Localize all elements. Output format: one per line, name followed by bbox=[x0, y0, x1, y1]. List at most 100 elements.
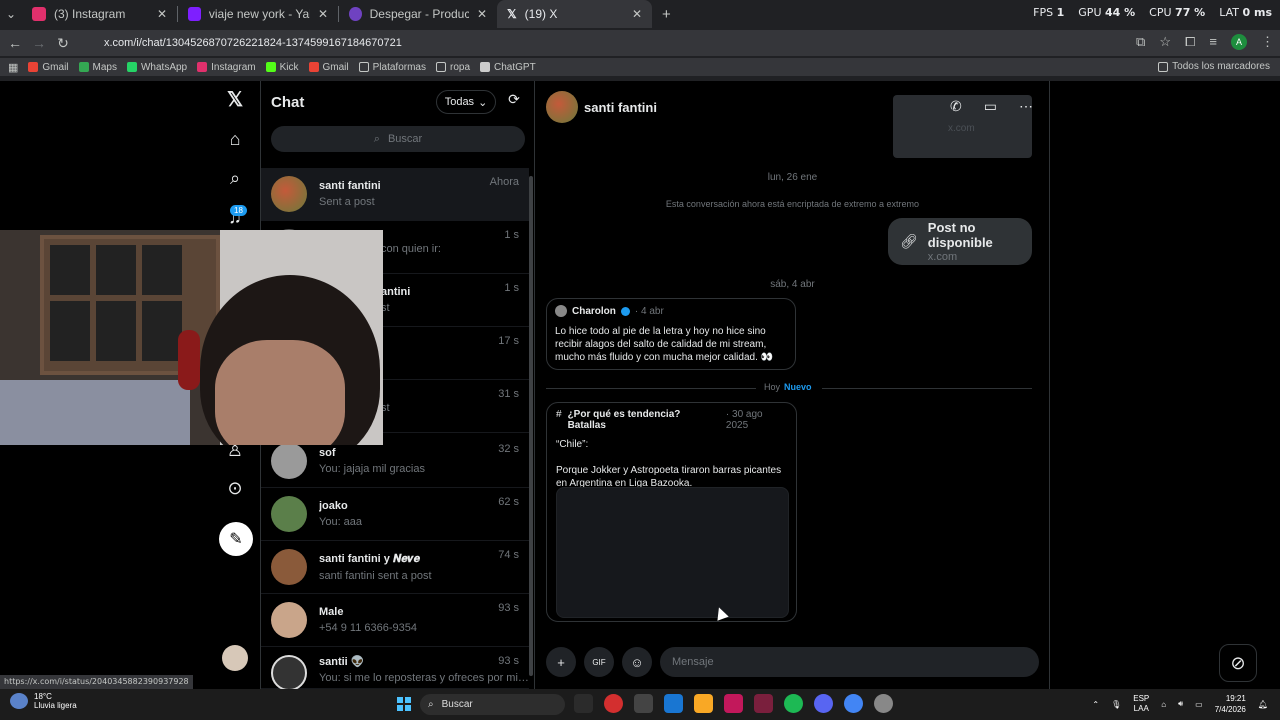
star-icon[interactable]: ☆ bbox=[1159, 34, 1171, 50]
bookmark-folder-ropa[interactable]: ropa bbox=[435, 62, 470, 73]
trend-title: ¿Por qué es tendencia? Batallas bbox=[567, 409, 681, 431]
compose-post-icon[interactable]: ✎ bbox=[219, 522, 253, 556]
taskbar-app-icon[interactable] bbox=[604, 694, 623, 713]
taskbar-app-icon[interactable] bbox=[694, 694, 713, 713]
close-icon[interactable]: ✕ bbox=[157, 7, 167, 21]
media-placeholder[interactable] bbox=[556, 487, 789, 621]
bookmark-instagram[interactable]: Instagram bbox=[197, 62, 256, 73]
bookmark-folder-plataformas[interactable]: Plataformas bbox=[358, 62, 426, 73]
windows-start-icon[interactable] bbox=[397, 697, 411, 711]
apps-icon[interactable]: ▦ bbox=[8, 61, 18, 74]
tab-x[interactable]: 𝕏 (19) X ✕ bbox=[497, 0, 652, 28]
avatar bbox=[271, 602, 307, 638]
search-input[interactable]: ⌕ Buscar bbox=[271, 126, 525, 152]
account-avatar[interactable] bbox=[222, 645, 248, 671]
tab-instagram[interactable]: (3) Instagram ✕ bbox=[22, 0, 177, 28]
message-input[interactable] bbox=[660, 647, 1039, 677]
taskbar-app-icon[interactable] bbox=[784, 694, 803, 713]
grok-icon[interactable]: ⊘ bbox=[1219, 644, 1257, 682]
taskbar-apps bbox=[574, 694, 893, 713]
avatar[interactable] bbox=[546, 91, 578, 123]
forward-icon[interactable]: → bbox=[27, 35, 51, 51]
conversation-item[interactable]: santi fantini Sent a post Ahora bbox=[261, 168, 529, 221]
notification-icon[interactable]: 🔔︎ bbox=[1258, 700, 1268, 709]
conversation-preview: santi fantini sent a post bbox=[319, 569, 432, 582]
avatar bbox=[271, 496, 307, 532]
trending-post-card[interactable]: # ¿Por qué es tendencia? Batallas · 30 a… bbox=[546, 402, 797, 622]
conversation-item[interactable]: joako You: aaa 62 s bbox=[261, 488, 529, 541]
emoji-button[interactable]: ☺ bbox=[622, 647, 652, 677]
conversation-item[interactable]: santii 👽 You: si me lo reposteras y ofrec… bbox=[261, 647, 529, 691]
chevron-up-icon[interactable]: ⌃ bbox=[1092, 700, 1099, 709]
post-unavailable-card[interactable]: 🔗︎ Post no disponible x.com bbox=[888, 218, 1032, 265]
add-attachment-button[interactable]: + bbox=[546, 647, 576, 677]
chat-list-scrollbar[interactable] bbox=[529, 176, 533, 676]
shared-post-card[interactable]: Charolon · 4 abr Lo hice todo al pie de … bbox=[546, 298, 796, 370]
filter-dropdown[interactable]: Todas ⌄ bbox=[436, 90, 496, 114]
taskbar-app-icon[interactable] bbox=[724, 694, 743, 713]
close-icon[interactable]: ✕ bbox=[477, 7, 487, 21]
conversation-time: 93 s bbox=[498, 602, 519, 614]
extensions-icon[interactable]: ⧠ bbox=[1185, 34, 1195, 50]
install-icon[interactable]: ⧉ bbox=[1136, 34, 1145, 50]
avatar bbox=[271, 176, 307, 212]
bookmark-gmail[interactable]: Gmail bbox=[28, 62, 69, 73]
media-icon[interactable]: ≡ bbox=[1209, 34, 1217, 50]
new-tab-button[interactable]: + bbox=[652, 0, 681, 28]
conversation-preview: You: aaa bbox=[319, 516, 363, 528]
more-icon[interactable]: ⊙ bbox=[224, 477, 246, 499]
taskbar-app-icon[interactable] bbox=[574, 694, 593, 713]
phone-icon[interactable]: ✆ bbox=[950, 98, 962, 115]
weather-widget[interactable]: 18°C Lluvia ligera bbox=[10, 692, 77, 710]
conversation-item[interactable]: Male +54 9 11 6366-9354 93 s bbox=[261, 594, 529, 647]
all-bookmarks-folder[interactable]: Todos los marcadores bbox=[1158, 61, 1270, 72]
conversation-time: 1 s bbox=[504, 229, 519, 241]
conversation-time: 1 s bbox=[504, 282, 519, 294]
tab-despegar[interactable]: Despegar - Productos Combin ✕ bbox=[339, 0, 497, 28]
tab-title: Despegar - Productos Combin bbox=[369, 7, 469, 21]
home-icon[interactable]: ⌂ bbox=[224, 128, 246, 150]
x-logo-icon[interactable]: 𝕏 bbox=[224, 89, 246, 111]
taskbar-app-icon[interactable] bbox=[844, 694, 863, 713]
search-icon[interactable]: ⌕ bbox=[224, 167, 246, 189]
instagram-icon bbox=[32, 7, 46, 21]
microphone-icon[interactable]: 🎙︎ bbox=[1111, 700, 1121, 709]
tab-search-button[interactable]: ⌄ bbox=[0, 0, 22, 28]
chevron-down-icon: ⌄ bbox=[478, 96, 488, 109]
menu-icon[interactable]: ⋮ bbox=[1261, 34, 1274, 50]
bookmark-maps[interactable]: Maps bbox=[78, 62, 117, 73]
bookmark-gmail-2[interactable]: Gmail bbox=[308, 62, 349, 73]
search-placeholder: Buscar bbox=[387, 133, 423, 145]
bookmark-chatgpt[interactable]: ChatGPT bbox=[480, 62, 536, 73]
new-chat-icon[interactable]: ⟳ bbox=[503, 91, 525, 113]
profile-avatar[interactable]: A bbox=[1231, 34, 1247, 50]
contact-name[interactable]: santi fantini bbox=[584, 100, 657, 115]
volume-icon[interactable]: 🔊︎ bbox=[1178, 699, 1183, 709]
conversation-item[interactable]: santi fantini y 𝑵𝒆𝒗𝒆 santi fantini sent a… bbox=[261, 541, 529, 594]
clock[interactable]: 19:21 7/4/2026 bbox=[1215, 693, 1246, 715]
language-indicator[interactable]: ESP LAA bbox=[1133, 694, 1149, 714]
gif-button[interactable]: GIF bbox=[584, 647, 614, 677]
taskbar-app-icon[interactable] bbox=[874, 694, 893, 713]
url-field[interactable]: x.com/i/chat/1304526870726221824-1374599… bbox=[86, 32, 1166, 54]
video-icon[interactable]: ▭ bbox=[984, 98, 997, 115]
taskbar-app-icon[interactable] bbox=[664, 694, 683, 713]
reload-icon[interactable]: ↻ bbox=[51, 35, 75, 52]
taskbar-app-icon[interactable] bbox=[754, 694, 773, 713]
close-icon[interactable]: ✕ bbox=[632, 7, 642, 21]
battery-icon[interactable]: ▭ bbox=[1195, 700, 1203, 709]
status-url: https://x.com/i/status/20403458823909379… bbox=[0, 675, 193, 689]
conversation-preview: You: jajaja mil gracias bbox=[319, 463, 425, 475]
network-icon[interactable]: ⌂ bbox=[1161, 700, 1166, 709]
taskbar-app-icon[interactable] bbox=[634, 694, 653, 713]
conversation-preview: +54 9 11 6366-9354 bbox=[319, 622, 417, 634]
bookmark-whatsapp[interactable]: WhatsApp bbox=[126, 62, 187, 73]
taskbar-search[interactable]: ⌕ Buscar bbox=[420, 694, 565, 715]
close-icon[interactable]: ✕ bbox=[318, 7, 328, 21]
more-options-icon[interactable]: ⋯ bbox=[1019, 98, 1033, 115]
conversation-preview: st bbox=[381, 302, 390, 314]
bookmark-kick[interactable]: Kick bbox=[265, 62, 299, 73]
taskbar-app-icon[interactable] bbox=[814, 694, 833, 713]
tab-yahoo[interactable]: viaje new york - Yahoo Search ✕ bbox=[178, 0, 338, 28]
back-icon[interactable]: ← bbox=[3, 35, 27, 51]
